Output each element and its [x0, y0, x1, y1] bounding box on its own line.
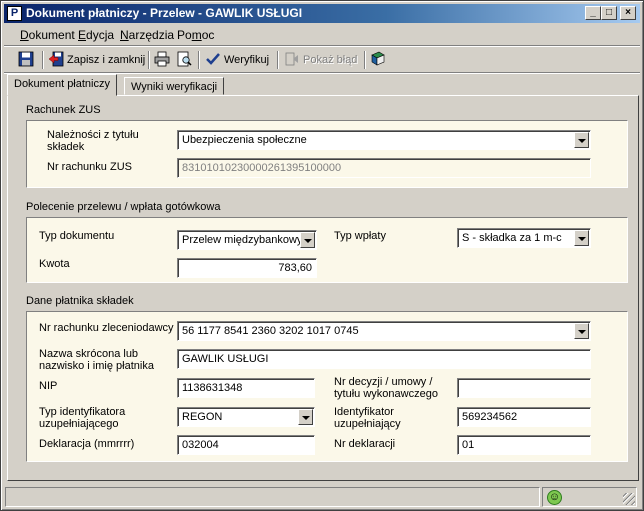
status-bar: ☺ [4, 487, 640, 507]
zus-account-field[interactable]: 83101010230000261395100000 [177, 158, 591, 178]
help-book-button[interactable] [370, 50, 389, 70]
print-preview-button[interactable] [176, 50, 195, 70]
section-rachunek-zus: Należności z tytułu składek Ubezpieczeni… [26, 120, 628, 188]
short-name-field[interactable]: GAWLIK USŁUGI [177, 349, 591, 369]
chevron-down-icon[interactable] [574, 132, 589, 148]
declaration-no-field[interactable]: 01 [457, 435, 591, 455]
show-error-button[interactable]: Pokaż błąd [284, 50, 357, 70]
tab-panel: Rachunek ZUS Należności z tytułu składek… [7, 95, 639, 481]
id-type-select[interactable]: REGON [177, 407, 315, 427]
declaration-no-label: Nr deklaracji [334, 438, 396, 450]
print-button[interactable] [154, 50, 173, 70]
toolbar-separator [42, 51, 44, 69]
id-type-value: REGON [182, 411, 223, 423]
menu-narzedzia[interactable]: Narzędzia [120, 28, 174, 42]
save-icon [18, 51, 34, 67]
section-polecenie-przelewu: Typ dokumentu Przelew międzybankowy Typ … [26, 217, 628, 283]
maximize-button[interactable]: □ [601, 6, 617, 20]
app-icon: P [7, 6, 22, 21]
id-field[interactable]: 569234562 [457, 407, 591, 427]
chevron-down-icon[interactable] [574, 323, 589, 339]
toolbar-separator [198, 51, 200, 69]
close-button[interactable]: × [620, 6, 636, 20]
verify-button[interactable]: Weryfikuj [205, 50, 269, 70]
short-name-label: Nazwa skrócona lub nazwisko i imię płatn… [39, 348, 154, 372]
status-pane-main [5, 487, 540, 507]
amount-label: Kwota [39, 258, 70, 270]
print-preview-icon [177, 51, 192, 67]
save-close-icon [48, 51, 64, 67]
section-title-polecenie-przelewu: Polecenie przelewu / wpłata gotówkowa [26, 201, 221, 213]
doc-type-label: Typ dokumentu [39, 230, 115, 242]
resize-grip[interactable] [623, 493, 635, 505]
declaration-field[interactable]: 032004 [177, 435, 315, 455]
payer-account-label: Nr rachunku zleceniodawcy [39, 322, 174, 334]
payment-type-label: Typ wpłaty [334, 230, 386, 242]
toolbar: Zapisz i zamknij Weryfikuj Pokaż błąd [4, 48, 640, 72]
receivables-select[interactable]: Ubezpieczenia społeczne [177, 130, 591, 150]
tab-dokument-platniczy[interactable]: Dokument płatniczy [7, 74, 117, 96]
chevron-down-icon[interactable] [298, 409, 313, 425]
verify-label: Weryfikuj [224, 54, 270, 66]
app-window: P Dokument płatniczy - Przelew - GAWLIK … [0, 0, 644, 511]
zus-account-label: Nr rachunku ZUS [47, 161, 132, 173]
smiley-icon: ☺ [547, 490, 562, 505]
toolbar-separator [364, 51, 366, 69]
save-button[interactable] [18, 50, 37, 70]
show-error-label: Pokaż błąd [303, 54, 358, 66]
amount-field[interactable]: 783,60 [177, 258, 317, 278]
toolbar-separator [277, 51, 279, 69]
save-and-close-button[interactable]: Zapisz i zamknij [48, 50, 145, 70]
menu-bar: Dokument Edycja Narzędzia Pomoc [4, 25, 640, 45]
book-icon [371, 51, 385, 66]
payer-account-select[interactable]: 56 1177 8541 2360 3202 1017 0745 [177, 321, 591, 341]
receivables-label: Należności z tytułu składek [47, 129, 139, 153]
show-error-icon [285, 52, 298, 66]
payment-type-value: S - składka za 1 m-c [462, 232, 562, 244]
window-title: Dokument płatniczy - Przelew - GAWLIK US… [26, 6, 303, 20]
title-bar[interactable]: P Dokument płatniczy - Przelew - GAWLIK … [4, 4, 640, 23]
menu-dokument[interactable]: Dokument [20, 28, 75, 42]
decision-label: Nr decyzji / umowy / tytułu wykonawczego [334, 376, 438, 400]
section-title-dane-platnika: Dane płatnika składek [26, 295, 134, 307]
payment-type-select[interactable]: S - składka za 1 m-c [457, 228, 591, 248]
id-type-label: Typ identyfikatora uzupełniającego [39, 406, 126, 430]
receivables-value: Ubezpieczenia społeczne [182, 134, 307, 146]
status-pane-indicator: ☺ [542, 487, 637, 507]
checkmark-icon [206, 53, 220, 65]
chevron-down-icon[interactable] [574, 230, 589, 246]
nip-label: NIP [39, 380, 58, 392]
toolbar-separator [148, 51, 150, 69]
menu-edycja[interactable]: Edycja [78, 28, 114, 42]
save-and-close-label: Zapisz i zamknij [67, 54, 146, 66]
declaration-label: Deklaracja (mmrrrr) [39, 438, 135, 450]
printer-icon [154, 51, 170, 67]
decision-field[interactable] [457, 378, 591, 398]
id-label: Identyfikator uzupełniający [334, 406, 401, 430]
chevron-down-icon[interactable] [300, 232, 315, 248]
section-dane-platnika: Nr rachunku zleceniodawcy 56 1177 8541 2… [26, 311, 628, 462]
minimize-button[interactable]: _ [585, 6, 601, 20]
payer-account-value: 56 1177 8541 2360 3202 1017 0745 [182, 325, 359, 337]
doc-type-value: Przelew międzybankowy [182, 234, 303, 246]
menu-separator [4, 45, 640, 47]
doc-type-select[interactable]: Przelew międzybankowy [177, 230, 317, 250]
tab-wyniki-weryfikacji[interactable]: Wyniki weryfikacji [124, 77, 225, 95]
section-title-rachunek-zus: Rachunek ZUS [26, 104, 101, 116]
nip-field[interactable]: 1138631348 [177, 378, 315, 398]
menu-pomoc[interactable]: Pomoc [177, 28, 214, 42]
